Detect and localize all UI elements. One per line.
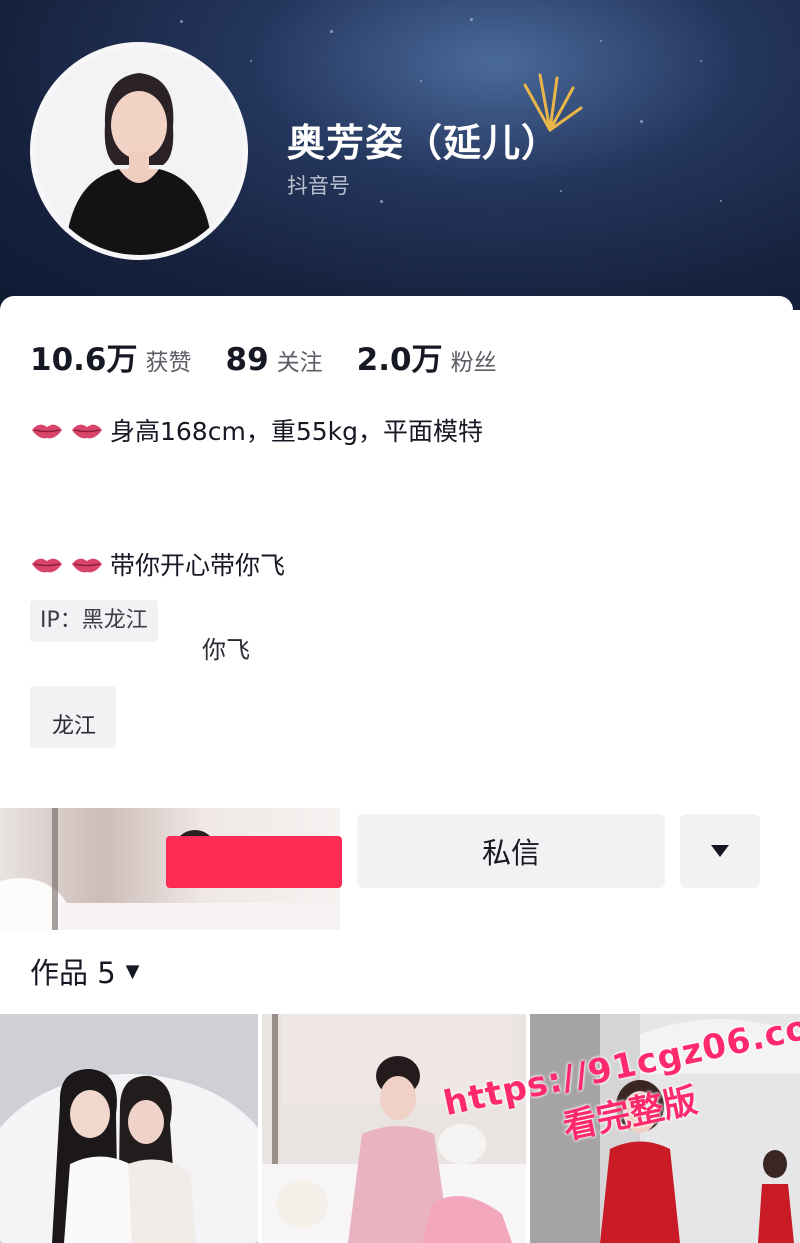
stat-followers-label: 粉丝 bbox=[450, 350, 497, 376]
bio-text-1: 身高168cm，重55kg，平面模特 bbox=[110, 417, 483, 446]
stat-likes[interactable]: 10.6万 获赞 bbox=[30, 334, 192, 379]
stat-likes-value: 10.6万 bbox=[30, 342, 138, 378]
profile-stats: 10.6万 获赞 89 关注 2.0万 粉丝 bbox=[30, 334, 531, 379]
stat-likes-label: 获赞 bbox=[145, 350, 192, 376]
ip-location-tag: IP：黑龙江 bbox=[30, 600, 158, 642]
works-tab[interactable]: 作品 5 ▼ bbox=[30, 950, 140, 992]
bio-text-2: 带你开心带你飞 bbox=[110, 551, 286, 580]
avatar-photo bbox=[35, 47, 243, 255]
stat-followers[interactable]: 2.0万 粉丝 bbox=[357, 334, 497, 379]
ghost-bio-fragment: 你飞 bbox=[202, 636, 250, 664]
work-thumbnail-image bbox=[0, 1014, 258, 1243]
stat-followers-value: 2.0万 bbox=[356, 342, 443, 378]
stat-following-value: 89 bbox=[225, 342, 269, 378]
avatar[interactable] bbox=[30, 42, 248, 260]
bio-line-2: 带你开心带你飞 bbox=[30, 546, 285, 582]
works-tab-label: 作品 5 bbox=[30, 956, 116, 990]
profile-nickname: 奥芳姿（延儿） bbox=[287, 121, 561, 165]
work-thumbnail[interactable] bbox=[0, 1014, 258, 1243]
stat-following-label: 关注 bbox=[276, 350, 323, 376]
lips-icon bbox=[32, 558, 62, 573]
works-dropdown-icon: ▼ bbox=[125, 960, 140, 982]
bio-line-1: 身高168cm，重55kg，平面模特 bbox=[30, 412, 483, 448]
lips-icon bbox=[32, 424, 62, 439]
message-button[interactable]: 私信 bbox=[357, 814, 665, 888]
caret-down-icon bbox=[711, 845, 729, 857]
lips-icon bbox=[72, 558, 102, 573]
douyin-id-label: 抖音号 bbox=[287, 174, 350, 198]
ghost-ip-fragment: 龙江 bbox=[52, 714, 97, 739]
follow-button[interactable] bbox=[166, 836, 342, 888]
stat-following[interactable]: 89 关注 bbox=[226, 342, 323, 378]
more-options-button[interactable] bbox=[680, 814, 760, 888]
lips-icon bbox=[72, 424, 102, 439]
